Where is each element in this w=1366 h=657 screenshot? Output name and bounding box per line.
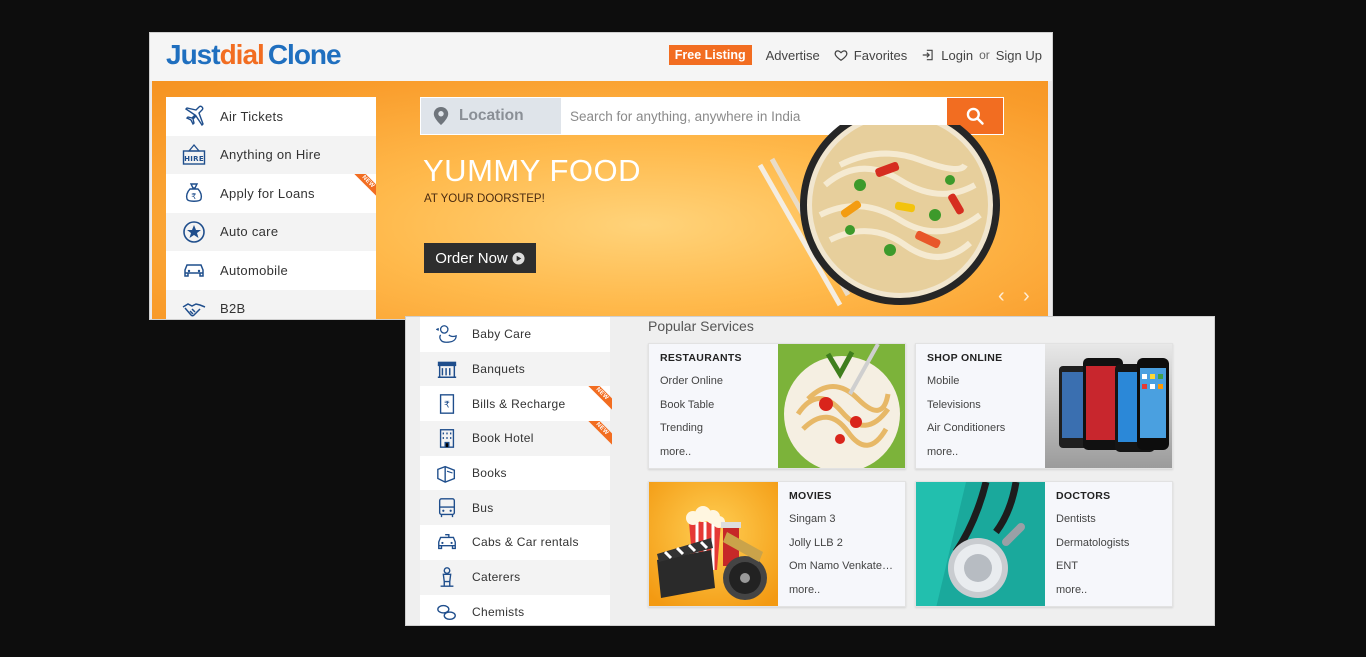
category-auto-care[interactable]: Auto care xyxy=(166,212,376,251)
rupee-bag-icon: ₹ xyxy=(185,183,203,203)
card-shop-online[interactable]: SHOP ONLINE Mobile Televisions Air Condi… xyxy=(915,343,1173,469)
category-bus[interactable]: Bus xyxy=(420,490,610,526)
login-icon xyxy=(923,49,933,61)
handshake-icon xyxy=(182,302,206,317)
card-link[interactable]: Book Table xyxy=(660,394,788,418)
promo-subtitle: AT YOUR DOORSTEP! xyxy=(424,193,545,205)
category-automobile[interactable]: Automobile xyxy=(166,251,376,290)
rupee-bill-icon: ₹ xyxy=(439,393,455,414)
location-selector[interactable]: Location xyxy=(421,98,561,134)
new-ribbon: NEW xyxy=(586,421,612,448)
smartphones-image xyxy=(1045,344,1172,468)
card-link[interactable]: Om Namo Venkatesaya xyxy=(789,555,897,579)
card-link[interactable]: Singam 3 xyxy=(789,508,905,532)
category-apply-for-loans[interactable]: ₹ Apply for Loans NEW xyxy=(166,174,376,213)
card-title: DOCTORS xyxy=(1056,490,1111,502)
card-title: RESTAURANTS xyxy=(660,352,742,364)
advertise-link[interactable]: Advertise xyxy=(766,48,820,63)
popular-services-title: Popular Services xyxy=(648,318,754,334)
card-link[interactable]: Televisions xyxy=(927,394,1055,418)
category-bills-recharge[interactable]: ₹ Bills & Recharge NEW xyxy=(420,386,612,421)
free-listing-button[interactable]: Free Listing xyxy=(668,45,752,65)
card-more-link[interactable]: more.. xyxy=(1056,579,1172,603)
favorites-link[interactable]: Favorites xyxy=(834,48,907,63)
svg-text:₹: ₹ xyxy=(191,192,196,201)
card-title: SHOP ONLINE xyxy=(927,352,1003,364)
card-link[interactable]: Air Conditioners xyxy=(927,417,1055,441)
login-signup: Login or Sign Up xyxy=(921,48,1042,63)
category-chemists[interactable]: Chemists xyxy=(420,595,610,626)
card-title: MOVIES xyxy=(789,490,832,502)
stethoscope-image xyxy=(916,482,1045,606)
bus-icon xyxy=(438,497,456,517)
homepage-top-screenshot: Justdial Clone Free Listing Advertise Fav… xyxy=(149,32,1053,320)
baby-duck-icon xyxy=(436,325,457,344)
card-more-link[interactable]: more.. xyxy=(927,441,1055,465)
category-baby-care[interactable]: Baby Care xyxy=(420,317,610,352)
card-link[interactable]: Trending xyxy=(660,417,788,441)
car-icon xyxy=(184,264,204,277)
banner-next-arrow[interactable]: › xyxy=(1023,285,1030,308)
airplane-icon xyxy=(184,105,204,127)
category-books[interactable]: Books xyxy=(420,456,610,491)
promo-title: YUMMY FOOD xyxy=(423,153,641,188)
map-pin-icon xyxy=(433,107,449,125)
signup-link[interactable]: Sign Up xyxy=(996,48,1042,63)
heart-icon xyxy=(834,50,848,62)
header: Justdial Clone Free Listing Advertise Fav… xyxy=(150,33,1052,81)
card-doctors[interactable]: DOCTORS Dentists Dermatologists ENT more… xyxy=(915,481,1173,607)
top-links: Free Listing Advertise Favorites Login o… xyxy=(668,45,1042,65)
site-logo[interactable]: Justdial Clone xyxy=(166,39,342,71)
new-ribbon: NEW xyxy=(352,174,376,200)
play-circle-icon xyxy=(512,251,525,265)
card-link[interactable]: ENT xyxy=(1056,555,1172,579)
card-movies[interactable]: MOVIES Singam 3 Jolly LLB 2 Om Namo Venk… xyxy=(648,481,906,607)
card-link[interactable]: Dentists xyxy=(1056,508,1172,532)
homepage-bottom-screenshot: Baby Care Banquets ₹ Bills & Recharge NE… xyxy=(405,316,1215,626)
card-more-link[interactable]: more.. xyxy=(789,579,905,603)
login-link[interactable]: Login xyxy=(941,48,973,63)
svg-text:₹: ₹ xyxy=(444,399,450,410)
card-link[interactable]: Dermatologists xyxy=(1056,532,1172,556)
category-air-tickets[interactable]: Air Tickets xyxy=(166,97,376,136)
card-more-link[interactable]: more.. xyxy=(660,441,788,465)
pills-icon xyxy=(437,604,456,620)
category-menu: Air Tickets HIRE Anything on Hire ₹ Appl… xyxy=(166,97,376,319)
search-icon xyxy=(966,107,984,125)
hotel-building-icon xyxy=(439,429,455,449)
category-book-hotel[interactable]: Book Hotel NEW xyxy=(420,421,612,456)
banquet-hall-icon xyxy=(437,361,457,379)
category-anything-on-hire[interactable]: HIRE Anything on Hire xyxy=(166,135,376,174)
hire-icon: HIRE xyxy=(182,143,206,165)
card-link[interactable]: Order Online xyxy=(660,370,788,394)
order-now-button[interactable]: Order Now xyxy=(424,243,536,273)
pasta-image xyxy=(778,344,905,468)
card-link[interactable]: Mobile xyxy=(927,370,1055,394)
banner-prev-arrow[interactable]: ‹ xyxy=(998,285,1005,308)
svg-text:HIRE: HIRE xyxy=(184,155,204,163)
new-ribbon: NEW xyxy=(586,386,612,413)
card-link[interactable]: Jolly LLB 2 xyxy=(789,532,905,556)
category-menu-continued: Baby Care Banquets ₹ Bills & Recharge NE… xyxy=(420,317,612,626)
popcorn-clapperboard-image xyxy=(649,482,778,606)
cab-icon xyxy=(438,534,456,550)
category-banquets[interactable]: Banquets xyxy=(420,351,610,387)
noodle-bowl-image xyxy=(757,125,1000,307)
category-b2b[interactable]: B2B xyxy=(166,289,376,319)
card-restaurants[interactable]: RESTAURANTS Order Online Book Table Tren… xyxy=(648,343,906,469)
category-cabs-car-rentals[interactable]: Cabs & Car rentals xyxy=(420,525,610,560)
category-caterers[interactable]: Caterers xyxy=(420,559,610,595)
books-icon xyxy=(437,465,456,484)
caterer-icon xyxy=(440,567,454,588)
star-badge-icon xyxy=(183,220,205,243)
